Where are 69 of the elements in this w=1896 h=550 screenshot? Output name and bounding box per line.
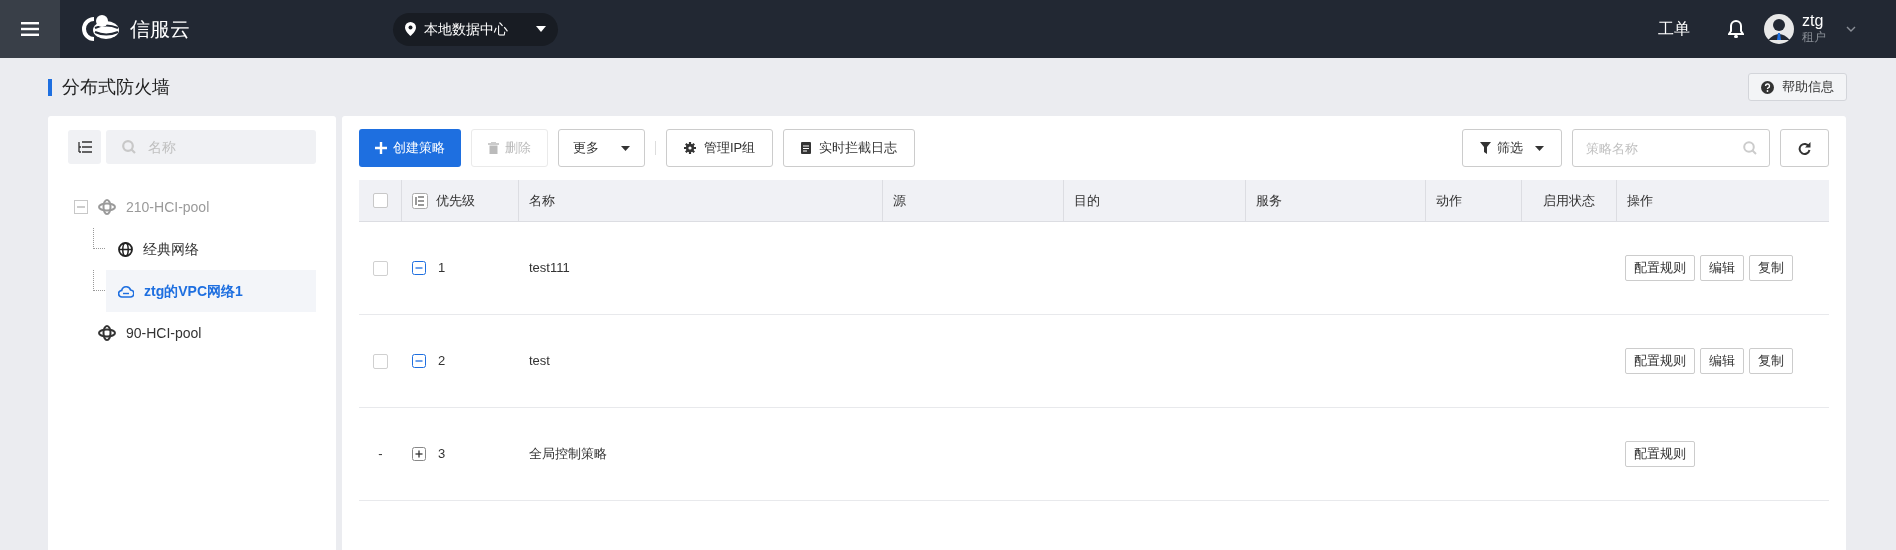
column-header: 服务 [1256,191,1282,210]
ticket-link[interactable]: 工单 [1658,17,1690,41]
priority-cell-text: 1 [438,259,446,278]
bell-icon[interactable] [1728,20,1744,38]
row-action-button[interactable]: 编辑 [1700,348,1744,374]
row-action-button[interactable]: 配置规则 [1625,441,1695,467]
block-log-button[interactable]: 实时拦截日志 [783,129,916,167]
row-checkbox[interactable] [373,353,388,369]
more-dropdown[interactable]: 更多 [558,129,645,167]
create-policy-button[interactable]: 创建策略 [359,129,461,167]
row-action-button[interactable]: 复制 [1749,348,1793,374]
title-accent [48,78,52,96]
network-node-icon [98,325,116,341]
manage-ip-group-button[interactable]: 管理IP组 [666,129,774,167]
row-checkbox[interactable] [373,260,388,276]
column-header: 名称 [529,191,555,210]
trash-icon [488,142,499,154]
column-header: 启用状态 [1543,191,1595,210]
help-icon [1761,80,1774,94]
document-icon [801,142,812,154]
expand-toggle-icon[interactable] [412,447,426,461]
avatar-icon [1764,14,1794,44]
filter-icon [1480,142,1491,154]
column-header: 源 [893,191,906,210]
column-header: 操作 [1627,191,1653,210]
menu-icon [21,22,39,36]
brand-name: 信服云 [130,17,190,42]
page-title: 分布式防火墙 [62,75,170,99]
location-pin-icon [405,22,416,36]
refresh-button[interactable] [1780,129,1829,167]
tree-node[interactable]: 90-HCI-pool [68,312,316,354]
priority-cell-text: 2 [438,352,446,371]
chevron-down-icon[interactable] [1846,26,1856,32]
list-icon[interactable] [412,192,428,209]
location-selector[interactable]: 本地数据中心 [393,12,558,46]
priority-cell-text: 3 [438,445,446,464]
column-header: 优先级 [436,191,475,210]
globe-icon [118,241,133,257]
gear-icon [684,142,696,154]
help-button[interactable]: 帮助信息 [1748,73,1847,101]
row-action-button[interactable]: 配置规则 [1625,255,1695,281]
column-header: 动作 [1436,191,1462,210]
tree-view-button[interactable] [68,130,101,164]
column-header: 目的 [1074,191,1100,210]
caret-icon [1535,145,1544,151]
search-icon [122,140,136,154]
filter-dropdown[interactable]: 筛选 [1462,129,1562,167]
user-role: 租户 [1802,29,1826,45]
plus-icon [375,142,387,154]
caret-icon [536,26,546,32]
name-cell: test111 [529,260,570,276]
refresh-icon [1798,141,1811,155]
menu-button[interactable] [0,0,60,58]
policy-search-field[interactable]: 策略名称 [1572,129,1770,167]
name-cell: test [529,353,550,369]
row-action-button[interactable]: 编辑 [1700,255,1744,281]
collapse-toggle-icon[interactable] [412,261,426,275]
row-action-button[interactable]: 复制 [1749,255,1793,281]
user-name: ztg [1802,13,1825,29]
cloud-icon [118,284,134,298]
name-cell: 全局控制策略 [529,446,607,462]
select-all-checkbox[interactable] [372,193,388,208]
network-node-icon [98,199,116,215]
search-icon [1743,141,1757,155]
row-placeholder-text: - [378,445,383,464]
caret-icon [621,145,630,151]
row-action-button[interactable]: 配置规则 [1625,348,1695,374]
list-icon [77,141,92,153]
collapse-toggle-icon[interactable] [412,354,426,368]
